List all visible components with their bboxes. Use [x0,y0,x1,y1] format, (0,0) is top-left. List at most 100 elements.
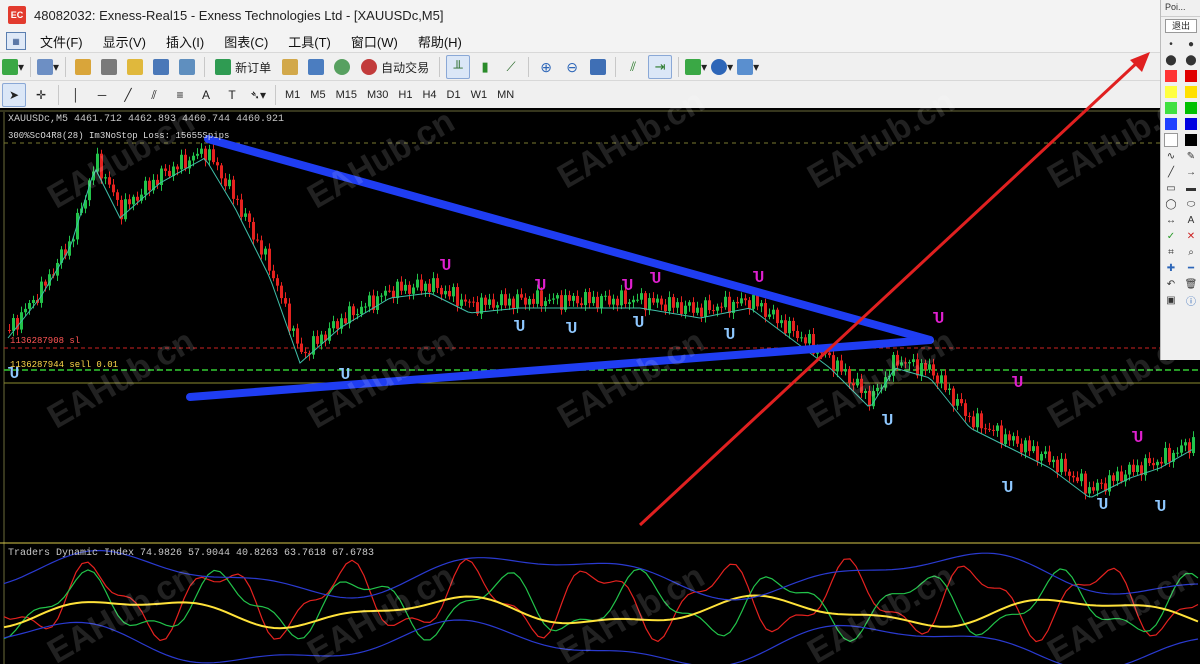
candle-body [636,299,639,301]
color-swatch[interactable] [1163,85,1179,99]
arrow-right-icon[interactable]: → [1183,165,1199,179]
candle-body [1008,434,1011,441]
candle-body [428,283,431,293]
dot-medium-icon[interactable]: ● [1183,37,1199,51]
candle-body [232,179,235,199]
candle-body [704,300,707,317]
candle-body [1012,436,1015,441]
ellipse-icon[interactable]: ◯ [1163,197,1179,211]
check-icon[interactable]: ✓ [1163,229,1179,243]
candle-body [248,213,251,222]
candle-body [368,295,371,307]
candle-body [520,294,523,298]
undo-icon[interactable]: ↶ [1163,277,1179,291]
candle-body [772,309,775,315]
candle-body [1156,461,1159,466]
candle-body [1100,482,1103,484]
filled-rectangle-icon[interactable]: ▬ [1183,181,1199,195]
candle-body [32,299,35,304]
candle-body [504,294,507,306]
candle-body [944,375,947,390]
candle-body [1028,440,1031,452]
candle-body [12,318,15,331]
pencil-icon[interactable]: ✎ [1183,149,1199,163]
color-swatch[interactable] [1183,101,1199,115]
exit-button[interactable]: 退出 [1165,19,1197,33]
signal-marker: Ⴎ [514,319,525,335]
candle-body [1152,463,1155,466]
plus-icon[interactable]: ✚ [1163,261,1179,275]
candle-body [508,298,511,306]
candle-body [712,310,715,312]
candle-body [632,299,635,303]
candle-body [460,299,463,306]
candle-body [1116,471,1119,481]
candle-body [776,309,779,324]
dot-small-icon[interactable]: • [1163,37,1179,51]
candle-body [576,295,579,304]
color-swatch[interactable] [1183,133,1199,147]
candle-body [332,321,335,329]
cross-icon[interactable]: ✕ [1183,229,1199,243]
candle-body [1184,442,1187,446]
zoom-icon[interactable]: ⌕ [1183,245,1199,259]
candle-body [1136,465,1139,472]
candle-body [696,307,699,313]
candle-body [452,287,455,297]
candle-body [272,270,275,279]
minus-icon[interactable]: ━ [1183,261,1199,275]
help-icon[interactable]: ⓘ [1183,293,1199,308]
candle-body [384,290,387,296]
candle-body [808,334,811,344]
candle-body [1068,471,1071,476]
candle-body [512,298,515,309]
candle-body [456,287,459,306]
candle-body [1148,458,1151,464]
text-icon[interactable]: A [1183,213,1199,227]
candle-body [1080,473,1083,482]
candle-body [608,295,611,305]
trash-icon[interactable]: 🗑 [1183,277,1199,291]
swatch-black [1185,134,1197,146]
candle-body [700,307,703,317]
signal-marker: Ⴎ [1012,375,1023,391]
swatch-blue [1185,118,1197,130]
candle-body [612,298,615,305]
color-swatch[interactable] [1163,117,1179,131]
line-icon[interactable]: ╱ [1163,165,1179,179]
candle-body [268,248,271,271]
filled-ellipse-icon[interactable]: ⬭ [1183,197,1199,211]
save-icon[interactable]: ▣ [1163,293,1179,307]
candle-body [692,302,695,313]
candle-body [472,301,475,303]
color-swatch[interactable] [1183,85,1199,99]
candle-body [788,320,791,334]
candle-body [792,320,795,331]
candle-body [760,303,763,307]
candle-body [164,168,167,171]
candle-body [416,279,419,288]
dot-large-icon[interactable]: ⬤ [1163,53,1179,67]
rectangle-icon[interactable]: ▭ [1163,181,1179,195]
curve-icon[interactable]: ∿ [1163,149,1179,163]
candle-body [844,369,847,372]
double-arrow-icon[interactable]: ↔ [1163,213,1179,227]
panel-title: Poi... [1161,0,1200,17]
candle-body [228,179,231,187]
candle-body [356,314,359,316]
candle-body [664,304,667,312]
color-swatch[interactable] [1163,101,1179,115]
color-swatch[interactable] [1163,69,1179,83]
candle-body [1128,464,1131,475]
crop-icon[interactable]: ⌗ [1163,245,1179,259]
candle-body [1040,454,1043,461]
color-swatch[interactable] [1183,69,1199,83]
candle-body [644,293,647,311]
color-swatch[interactable] [1183,117,1199,131]
candle-body [716,306,719,311]
candle-body [652,298,655,303]
candle-body [728,296,731,314]
color-swatch[interactable] [1163,133,1179,147]
dot-xlarge-icon[interactable]: ⬤ [1183,53,1199,67]
signal-marker: Ⴎ [1002,480,1013,496]
